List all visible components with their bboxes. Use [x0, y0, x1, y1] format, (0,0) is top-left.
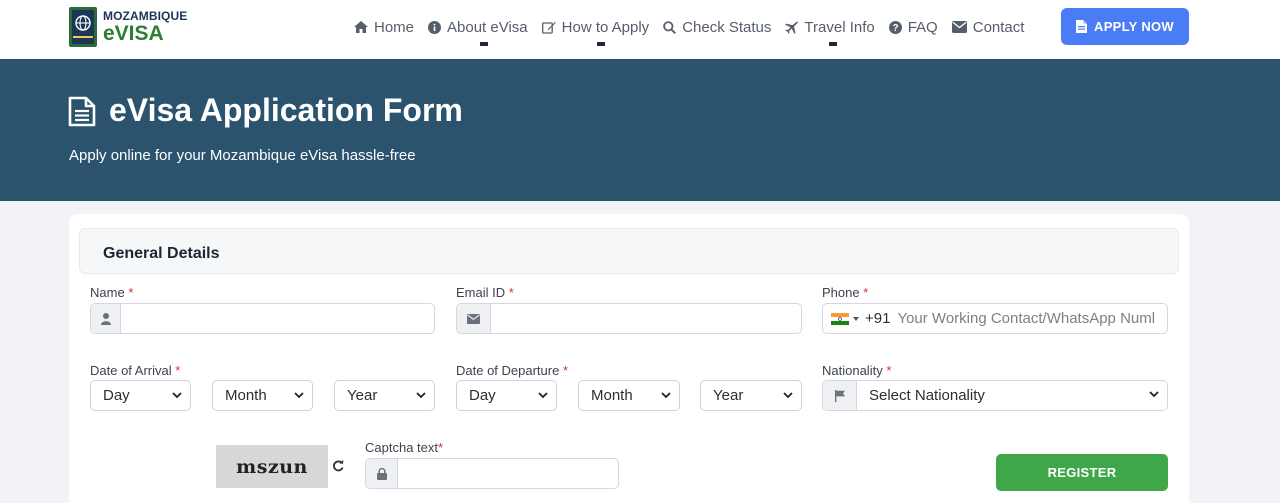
caret-down-icon: [853, 316, 859, 321]
captcha-label: Captcha text*: [365, 440, 444, 455]
departure-year-value: Year: [713, 387, 744, 404]
dropdown-indicator: [596, 41, 605, 46]
nav-contact[interactable]: Contact: [951, 18, 1025, 36]
nav-contact-label: Contact: [972, 18, 1025, 36]
nationality-value: Select Nationality: [869, 387, 985, 404]
nav-how-to-apply[interactable]: How to Apply: [541, 18, 650, 46]
main-nav: Home About eVisa How to Apply Check Stat…: [354, 16, 1038, 46]
envelope-icon: [457, 304, 491, 333]
document-icon: [68, 96, 96, 127]
email-label: Email ID *: [456, 285, 514, 300]
nav-how-to-apply-label: How to Apply: [561, 18, 650, 36]
svg-text:?: ?: [892, 23, 898, 34]
lock-icon: [366, 459, 398, 488]
phone-label: Phone *: [822, 285, 869, 300]
arrival-month-select[interactable]: Month: [212, 380, 313, 411]
arrival-day-select[interactable]: Day: [90, 380, 191, 411]
hero-banner: eVisa Application Form Apply online for …: [0, 59, 1280, 201]
chevron-down-icon: [538, 392, 548, 399]
document-icon: [1076, 20, 1087, 33]
phone-dial-code: +91: [865, 310, 891, 327]
phone-field[interactable]: +91 Your Working Contact/WhatsApp Numl: [822, 303, 1168, 334]
logo-text-top: MOZAMBIQUE: [103, 9, 188, 23]
site-logo[interactable]: MOZAMBIQUE eVISA: [69, 5, 187, 49]
application-form-card: General Details Name * Email ID * Phone …: [69, 214, 1189, 503]
chevron-down-icon: [294, 392, 304, 399]
arrival-day-value: Day: [103, 387, 130, 404]
india-flag-icon: [831, 312, 849, 325]
user-icon: [91, 304, 121, 333]
arrival-month-value: Month: [225, 387, 267, 404]
email-input[interactable]: [491, 304, 801, 333]
register-button[interactable]: REGISTER: [996, 454, 1168, 491]
arrival-year-value: Year: [347, 387, 378, 404]
nav-check-status[interactable]: Check Status: [663, 19, 771, 36]
departure-day-value: Day: [469, 387, 496, 404]
search-icon: [663, 20, 677, 34]
home-icon: [354, 21, 368, 33]
flag-icon: [823, 381, 857, 410]
chevron-down-icon: [1149, 391, 1159, 398]
nav-about-evisa[interactable]: About eVisa: [428, 18, 528, 46]
captcha-input[interactable]: [398, 459, 618, 488]
chevron-down-icon: [172, 392, 182, 399]
envelope-icon: [951, 21, 967, 33]
nav-faq-label: FAQ: [907, 18, 938, 36]
arrival-label: Date of Arrival *: [90, 363, 181, 378]
apply-now-button[interactable]: APPLY NOW: [1061, 8, 1189, 45]
name-input[interactable]: [121, 304, 434, 333]
departure-month-value: Month: [591, 387, 633, 404]
email-field[interactable]: [456, 303, 802, 334]
apply-now-label: APPLY NOW: [1094, 19, 1174, 34]
captcha-field[interactable]: [365, 458, 619, 489]
departure-month-select[interactable]: Month: [578, 380, 680, 411]
nav-home-label: Home: [374, 18, 415, 36]
arrival-year-select[interactable]: Year: [334, 380, 435, 411]
name-label: Name *: [90, 285, 134, 300]
departure-label: Date of Departure *: [456, 363, 569, 378]
chevron-down-icon: [661, 392, 671, 399]
nav-home[interactable]: Home: [354, 19, 414, 36]
site-header: MOZAMBIQUE eVISA Home About eVisa How to…: [0, 0, 1280, 59]
departure-day-select[interactable]: Day: [456, 380, 557, 411]
info-icon: [428, 20, 442, 34]
captcha-image: mszun: [216, 445, 328, 488]
section-title: General Details: [103, 245, 220, 262]
nationality-select[interactable]: Select Nationality: [857, 381, 1167, 410]
globe-logo-icon: [69, 7, 97, 47]
nav-travel-info[interactable]: Travel Info: [785, 18, 875, 46]
dropdown-indicator: [829, 41, 838, 46]
captcha-image-text: mszun: [236, 455, 308, 478]
nav-about-label: About eVisa: [447, 18, 528, 36]
nationality-field[interactable]: Select Nationality: [822, 380, 1168, 411]
chevron-down-icon: [783, 392, 793, 399]
name-field[interactable]: [90, 303, 435, 334]
dropdown-indicator: [480, 41, 489, 46]
logo-text-bottom: eVISA: [103, 22, 164, 45]
page-subtitle: Apply online for your Mozambique eVisa h…: [69, 147, 416, 164]
nationality-label: Nationality *: [822, 363, 892, 378]
nav-check-status-label: Check Status: [682, 18, 772, 36]
refresh-icon[interactable]: [332, 459, 344, 472]
chevron-down-icon: [416, 392, 426, 399]
country-code-dropdown[interactable]: [823, 304, 863, 333]
departure-year-select[interactable]: Year: [700, 380, 802, 411]
page-title: eVisa Application Form: [109, 92, 463, 128]
nav-faq[interactable]: ? FAQ: [888, 18, 938, 36]
general-details-header: General Details: [79, 228, 1179, 274]
edit-icon: [541, 21, 556, 34]
question-icon: ?: [888, 20, 902, 34]
phone-input[interactable]: Your Working Contact/WhatsApp Numl: [897, 304, 1155, 333]
plane-icon: [785, 21, 799, 34]
nav-travel-info-label: Travel Info: [804, 18, 875, 36]
